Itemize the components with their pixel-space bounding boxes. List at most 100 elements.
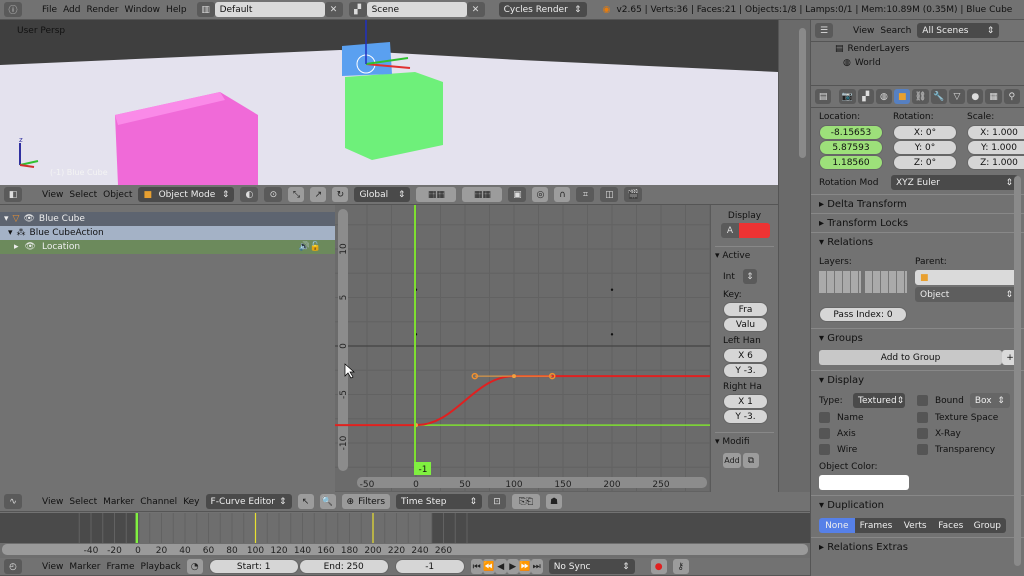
current-frame-field[interactable]: -1: [394, 559, 465, 574]
menu-view[interactable]: View: [42, 562, 63, 572]
clapper-icon[interactable]: 🎬: [624, 187, 643, 202]
relations-panel[interactable]: ▾ Relations: [811, 232, 1024, 251]
channel-color-swatch[interactable]: [739, 223, 770, 238]
modifiers-header[interactable]: ▾ Modifi: [715, 432, 774, 447]
translate-icon[interactable]: ↗: [310, 187, 327, 202]
render-icon[interactable]: ◫: [600, 187, 619, 202]
key-value-field[interactable]: Valu: [723, 317, 768, 332]
rotation-mode-dropdown[interactable]: XYZ Euler ⇕: [891, 175, 1018, 190]
lock-camera-icon[interactable]: ▣: [508, 187, 527, 202]
end-frame-field[interactable]: End: 250: [298, 559, 389, 574]
location-x-field[interactable]: -8.15653: [819, 125, 883, 140]
material-tab-icon[interactable]: ●: [967, 89, 984, 104]
left-handle-x[interactable]: X 6: [723, 348, 768, 363]
axis-checkbox[interactable]: Axis: [819, 428, 917, 439]
eye-icon[interactable]: 👁: [23, 214, 34, 224]
dup-none-button[interactable]: None: [819, 518, 855, 533]
timeline-canvas[interactable]: -40 -20 0 20 40 60 80 100 120 140 160 180 200 220 240 2…: [0, 513, 1024, 558]
bound-checkbox[interactable]: Bound: [917, 395, 964, 406]
add-modifier-button[interactable]: Add: [723, 453, 741, 468]
mode-dropdown[interactable]: F-Curve Editor ⇕: [205, 494, 292, 509]
only-selected-icon[interactable]: ↖: [297, 494, 314, 509]
right-handle-x[interactable]: X 1: [723, 394, 768, 409]
display-type-dropdown[interactable]: Textured ⇕: [853, 393, 905, 408]
expand-icon[interactable]: ▾: [8, 228, 13, 238]
menu-object[interactable]: Object: [103, 190, 132, 200]
render-engine-dropdown[interactable]: Cycles Render ⇕: [498, 2, 587, 17]
menu-key[interactable]: Key: [183, 497, 199, 507]
scale-x-field[interactable]: X: 1.000: [967, 125, 1024, 140]
menu-view[interactable]: View: [42, 190, 63, 200]
menu-marker[interactable]: Marker: [103, 497, 134, 507]
copy-modifier-icon[interactable]: ⧉: [743, 453, 759, 468]
display-panel[interactable]: ▾ Display: [811, 370, 1024, 389]
eye-icon[interactable]: 👁: [25, 242, 36, 252]
right-handle-y[interactable]: Y -3.: [723, 409, 768, 424]
snap-type-icon[interactable]: ⌗: [576, 187, 595, 202]
jump-start-icon[interactable]: ⏮: [470, 559, 483, 574]
editor-type-graph-icon[interactable]: ∿: [4, 494, 22, 509]
editor-type-3d-icon[interactable]: ◧: [4, 187, 22, 202]
scene-icon[interactable]: ▞: [348, 2, 367, 17]
channel-location[interactable]: ▸ 👁 Location 🔊🔓: [0, 240, 335, 254]
menu-help[interactable]: Help: [166, 5, 187, 15]
area-divider[interactable]: [778, 20, 810, 492]
search-icon[interactable]: 🔍: [319, 494, 336, 509]
play-icon[interactable]: ▶: [506, 559, 519, 574]
editor-type-timeline-icon[interactable]: ◴: [4, 559, 22, 574]
wire-checkbox[interactable]: Wire: [819, 444, 917, 455]
constraints-tab-icon[interactable]: ⛓: [912, 89, 929, 104]
object-tab-icon[interactable]: ■: [894, 89, 911, 104]
scale-z-field[interactable]: Z: 1.000: [967, 155, 1024, 170]
sync-dropdown[interactable]: No Sync ⇕: [548, 559, 635, 574]
x-ray-checkbox[interactable]: X-Ray: [917, 428, 1017, 439]
delta-transform-panel[interactable]: ▸ Delta Transform: [811, 194, 1024, 213]
copy-keys-icon[interactable]: ⎘⎗: [512, 494, 541, 509]
rotation-z-field[interactable]: Z: 0°: [893, 155, 957, 170]
pass-index-field[interactable]: Pass Index: 0: [819, 307, 907, 322]
preview-range-icon[interactable]: ◔: [186, 559, 203, 574]
parent-field[interactable]: ■: [915, 270, 1018, 285]
parent-type-dropdown[interactable]: Object ⇕: [915, 287, 1018, 302]
scale-y-field[interactable]: Y: 1.000: [967, 140, 1024, 155]
menu-view[interactable]: View: [853, 26, 874, 36]
menu-select[interactable]: Select: [69, 497, 97, 507]
scene-field[interactable]: Scene: [366, 2, 467, 17]
jump-end-icon[interactable]: ⏭: [530, 559, 543, 574]
scrollbar[interactable]: [799, 28, 806, 158]
info-editor-icon[interactable]: ⓘ: [4, 2, 22, 17]
layers-grid-2[interactable]: ▦▦: [462, 187, 503, 202]
layers-grid-2[interactable]: [865, 271, 907, 293]
dup-group-button[interactable]: Group: [968, 518, 1007, 533]
layout-icon[interactable]: ▥: [196, 2, 215, 17]
modifiers-tab-icon[interactable]: 🔧: [930, 89, 947, 104]
manipulator-icon[interactable]: ⤡: [288, 187, 305, 202]
transform-locks-panel[interactable]: ▸ Transform Locks: [811, 213, 1024, 232]
scene-close-icon[interactable]: ✕: [466, 2, 485, 17]
physics-tab-icon[interactable]: ⚲: [1003, 89, 1020, 104]
texture-tab-icon[interactable]: ▦: [985, 89, 1002, 104]
filters-button[interactable]: ⊕ Filters: [341, 494, 391, 509]
pivot-icon[interactable]: ⊙: [264, 187, 283, 202]
ghost-icon[interactable]: ☗: [546, 494, 563, 509]
graph-canvas[interactable]: 1050-5-10-50 0 50 100 150 200 250-1: [335, 205, 710, 492]
menu-playback[interactable]: Playback: [141, 562, 181, 572]
name-checkbox[interactable]: Name: [819, 412, 917, 423]
render-tab-icon[interactable]: 📷: [839, 89, 856, 104]
dup-verts-button[interactable]: Verts: [897, 518, 933, 533]
layout-field[interactable]: Default: [214, 2, 325, 17]
rotation-x-field[interactable]: X: 0°: [893, 125, 957, 140]
relations-extras-panel[interactable]: ▸ Relations Extras: [811, 537, 1024, 556]
layers-tab-icon[interactable]: ▞: [857, 89, 874, 104]
3d-viewport[interactable]: z User Persp (-1) Blue Cube: [0, 20, 778, 185]
layers-grid-1[interactable]: [819, 271, 861, 293]
duplication-panel[interactable]: ▾ Duplication: [811, 495, 1024, 514]
outliner-item-renderlayers[interactable]: ▤ RenderLayers: [811, 42, 1024, 56]
dup-faces-button[interactable]: Faces: [932, 518, 969, 533]
left-handle-y[interactable]: Y -3.: [723, 363, 768, 378]
outliner-item-world[interactable]: ◍ World: [811, 56, 1024, 70]
object-color-swatch[interactable]: [819, 475, 909, 490]
editor-type-properties-icon[interactable]: ▤: [815, 89, 832, 104]
menu-view[interactable]: View: [42, 497, 63, 507]
graph-editor[interactable]: 10 5 0 -5 -10 -50 0 50 100 150 200 250 -1: [335, 205, 710, 492]
